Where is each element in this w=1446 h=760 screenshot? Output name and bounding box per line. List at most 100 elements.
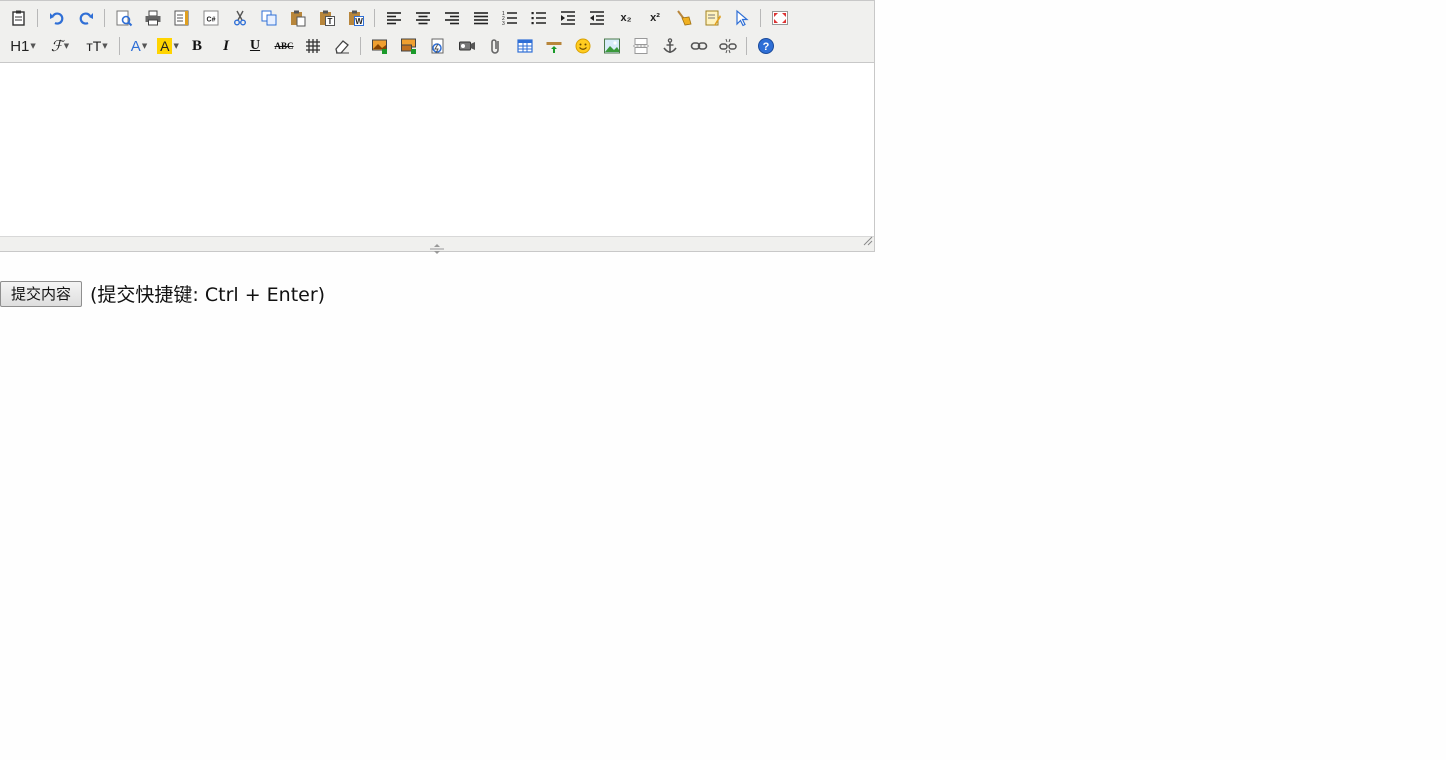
insert-table-button[interactable]: [512, 34, 538, 58]
redo-button[interactable]: [73, 6, 99, 30]
paste-button[interactable]: [285, 6, 311, 30]
redo-icon: [79, 12, 93, 25]
ordered-list-icon: 123: [502, 11, 517, 27]
subscript-glyph: x₂: [620, 12, 632, 24]
horizontal-rule-icon: [546, 42, 562, 53]
chevron-down-icon: ▼: [141, 42, 148, 50]
copy-button[interactable]: [256, 6, 282, 30]
print-button[interactable]: [140, 6, 166, 30]
font-family-glyph: ℱ: [50, 37, 63, 55]
italic-button[interactable]: I: [213, 34, 239, 58]
underline-button[interactable]: U: [242, 34, 268, 58]
font-color-dropdown[interactable]: A ▼: [126, 34, 152, 58]
anchor-icon: [663, 38, 677, 53]
submit-button[interactable]: 提交内容: [0, 280, 83, 307]
preview-button[interactable]: [111, 6, 137, 30]
paste-template-button[interactable]: [6, 6, 32, 30]
bold-button[interactable]: B: [184, 34, 210, 58]
preview-icon: [116, 10, 133, 27]
insert-multi-image-button[interactable]: [396, 34, 422, 58]
unlink-button[interactable]: [715, 34, 741, 58]
toolbar-separator: [104, 9, 105, 27]
clear-format-button[interactable]: [671, 6, 697, 30]
paste-word-button[interactable]: W: [343, 6, 369, 30]
template-button[interactable]: [169, 6, 195, 30]
align-justify-icon: [474, 12, 488, 25]
corner-resize-handle[interactable]: [863, 231, 873, 250]
select-pointer-button[interactable]: [729, 6, 755, 30]
align-right-button[interactable]: [439, 6, 465, 30]
insert-media-button[interactable]: [454, 34, 480, 58]
shortcut-hint: (提交快捷键: Ctrl + Enter): [90, 284, 326, 306]
heading-dropdown[interactable]: H1 ▼: [6, 34, 40, 58]
insert-file-button[interactable]: [483, 34, 509, 58]
page-break-icon: [633, 38, 649, 54]
strike-glyph: ABC: [274, 41, 294, 51]
grid-icon: [306, 39, 320, 53]
link-icon: [690, 42, 708, 50]
chevron-down-icon: ▼: [102, 42, 108, 50]
undo-button[interactable]: [44, 6, 70, 30]
fullscreen-button[interactable]: [767, 6, 793, 30]
ordered-list-button[interactable]: 123: [497, 6, 523, 30]
background-color-dropdown[interactable]: A ▼: [155, 34, 181, 58]
paperclip-icon: [491, 39, 499, 54]
paste-text-button[interactable]: T: [314, 6, 340, 30]
table-icon: [517, 39, 533, 53]
paste-text-icon: T: [320, 10, 335, 26]
resize-corner-icon: [863, 236, 873, 246]
submit-row: 提交内容 (提交快捷键: Ctrl + Enter): [0, 280, 325, 307]
editor-content-area[interactable]: [0, 63, 874, 237]
svg-text:3: 3: [502, 21, 505, 27]
insert-hr-button[interactable]: [541, 34, 567, 58]
eraser-icon: [335, 40, 349, 54]
rich-text-editor: C# T W 1 2 3 x₂ x² H1 ▼ ℱ ▼ тT ▼ A ▼ A ▼…: [0, 0, 875, 254]
vertical-resize-handle[interactable]: [428, 239, 446, 258]
cursor-icon: [736, 9, 749, 27]
toolbar-separator: [360, 37, 361, 55]
source-code-button[interactable]: C#: [198, 6, 224, 30]
unordered-list-button[interactable]: [526, 6, 552, 30]
remove-format-button[interactable]: [329, 34, 355, 58]
toolbar-separator: [746, 37, 747, 55]
help-button[interactable]: ?: [753, 34, 779, 58]
indent-icon: [561, 11, 575, 25]
font-family-dropdown[interactable]: ℱ ▼: [43, 34, 77, 58]
align-justify-button[interactable]: [468, 6, 494, 30]
font-size-dropdown[interactable]: тT ▼: [80, 34, 114, 58]
align-center-button[interactable]: [410, 6, 436, 30]
paste-word-icon: W: [349, 10, 364, 26]
toolbar-separator: [119, 37, 120, 55]
image-add-icon: [372, 39, 387, 54]
insert-picture-button[interactable]: [599, 34, 625, 58]
svg-text:W: W: [355, 17, 363, 26]
toolbar-separator: [760, 9, 761, 27]
line-height-button[interactable]: [300, 34, 326, 58]
subscript-button[interactable]: x₂: [613, 6, 639, 30]
align-left-button[interactable]: [381, 6, 407, 30]
toolbar-row-2: H1 ▼ ℱ ▼ тT ▼ A ▼ A ▼ B I U ABC ?: [6, 33, 782, 59]
insert-link-button[interactable]: [686, 34, 712, 58]
page-break-button[interactable]: [628, 34, 654, 58]
superscript-button[interactable]: x²: [642, 6, 668, 30]
fullscreen-icon: [772, 11, 788, 25]
toolbar-separator: [374, 9, 375, 27]
indent-button[interactable]: [555, 6, 581, 30]
chevron-down-icon: ▼: [30, 42, 36, 50]
help-icon: ?: [758, 38, 774, 54]
smiley-icon: [575, 38, 591, 54]
strikethrough-button[interactable]: ABC: [271, 34, 297, 58]
insert-image-button[interactable]: [367, 34, 393, 58]
printer-icon: [145, 10, 161, 26]
svg-text:T: T: [328, 17, 333, 26]
insert-flash-button[interactable]: [425, 34, 451, 58]
insert-anchor-button[interactable]: [657, 34, 683, 58]
unordered-list-icon: [531, 12, 546, 25]
cut-button[interactable]: [227, 6, 253, 30]
source-glyph: C#: [207, 17, 216, 24]
outdent-button[interactable]: [584, 6, 610, 30]
insert-emoticon-button[interactable]: [570, 34, 596, 58]
copy-icon: [261, 10, 277, 26]
select-all-button[interactable]: [700, 6, 726, 30]
svg-text:?: ?: [763, 41, 770, 53]
